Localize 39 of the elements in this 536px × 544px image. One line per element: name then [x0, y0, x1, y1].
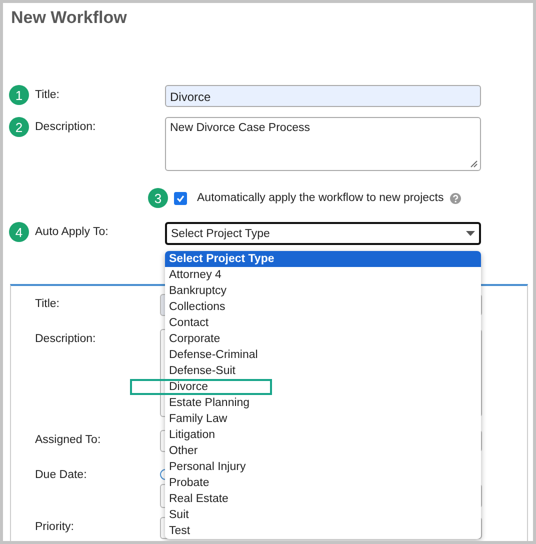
dropdown-option[interactable]: Defense-Criminal — [165, 347, 481, 363]
step-badge: 4 — [9, 222, 29, 242]
checkbox[interactable] — [174, 192, 187, 204]
dropdown-option[interactable]: Family Law — [165, 411, 481, 427]
dropdown-option[interactable]: Bankruptcy — [165, 283, 481, 299]
dropdown-option[interactable]: Real Estate — [165, 491, 481, 507]
dropdown-option[interactable]: Probate — [165, 475, 481, 491]
project-type-select[interactable]: Select Project Type — [165, 222, 481, 245]
dropdown-option[interactable]: Corporate — [165, 331, 481, 347]
dropdown-option[interactable]: Select Project Type — [165, 251, 481, 267]
dropdown-option[interactable]: Suit — [165, 507, 481, 523]
dropdown-option[interactable]: Divorce — [130, 379, 272, 395]
step-badge: 2 — [9, 117, 29, 137]
field-label: Title: — [35, 297, 60, 311]
dropdown-option[interactable]: Defense-Suit — [165, 363, 481, 379]
dropdown-option[interactable]: Test — [165, 523, 481, 539]
field-label: Due Date: — [35, 468, 88, 482]
dropdown-option[interactable]: Collections — [165, 299, 481, 315]
title-field[interactable]: Divorce — [165, 85, 481, 107]
field-label: Title: — [35, 89, 60, 101]
dropdown-option[interactable]: Personal Injury — [165, 459, 481, 475]
checkbox-label: Automatically apply the workflow to new projects — [197, 192, 444, 204]
dropdown-option[interactable]: Attorney 4 — [165, 267, 481, 283]
description-field[interactable]: New Divorce Case Process — [165, 117, 481, 171]
field-label: Assigned To: — [35, 433, 102, 447]
help-icon[interactable] — [450, 192, 461, 204]
field-label: Description: — [35, 332, 97, 346]
field-label: Priority: — [35, 520, 75, 534]
step-badge: 3 — [148, 188, 168, 208]
dropdown-option[interactable]: Estate Planning — [165, 395, 481, 411]
field-label: Description: — [35, 121, 96, 133]
dropdown-option[interactable]: Other — [165, 443, 481, 459]
dropdown-option[interactable]: Contact — [165, 315, 481, 331]
dropdown-option[interactable]: Litigation — [165, 427, 481, 443]
caret-icon — [466, 231, 475, 236]
field-label: Auto Apply To: — [35, 226, 108, 238]
resize-handle-icon — [470, 160, 478, 168]
page-title: New Workflow — [10, 7, 128, 28]
step-badge: 1 — [9, 85, 29, 105]
